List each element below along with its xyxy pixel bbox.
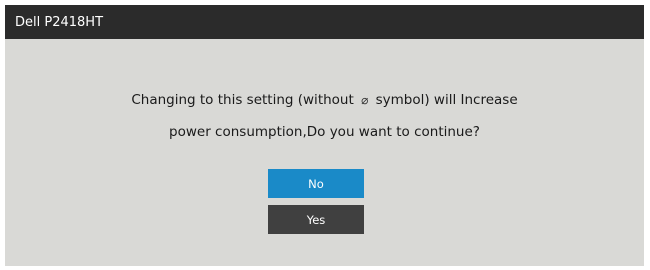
title-bar: Dell P2418HT <box>5 5 644 39</box>
leaf-eco-icon: ⌀ <box>361 93 369 107</box>
message-text-after-icon: symbol) will Increase <box>375 92 518 108</box>
no-button[interactable]: No <box>268 169 364 198</box>
warning-message-line-2: power consumption,Do you want to continu… <box>169 124 480 140</box>
message-text-before-icon: Changing to this setting (without <box>131 92 354 108</box>
yes-button[interactable]: Yes <box>268 205 364 234</box>
warning-message-line-1: Changing to this setting (without ⌀ symb… <box>5 92 644 108</box>
osd-dialog: Dell P2418HT Changing to this setting (w… <box>5 5 644 266</box>
monitor-model-title: Dell P2418HT <box>15 14 104 30</box>
